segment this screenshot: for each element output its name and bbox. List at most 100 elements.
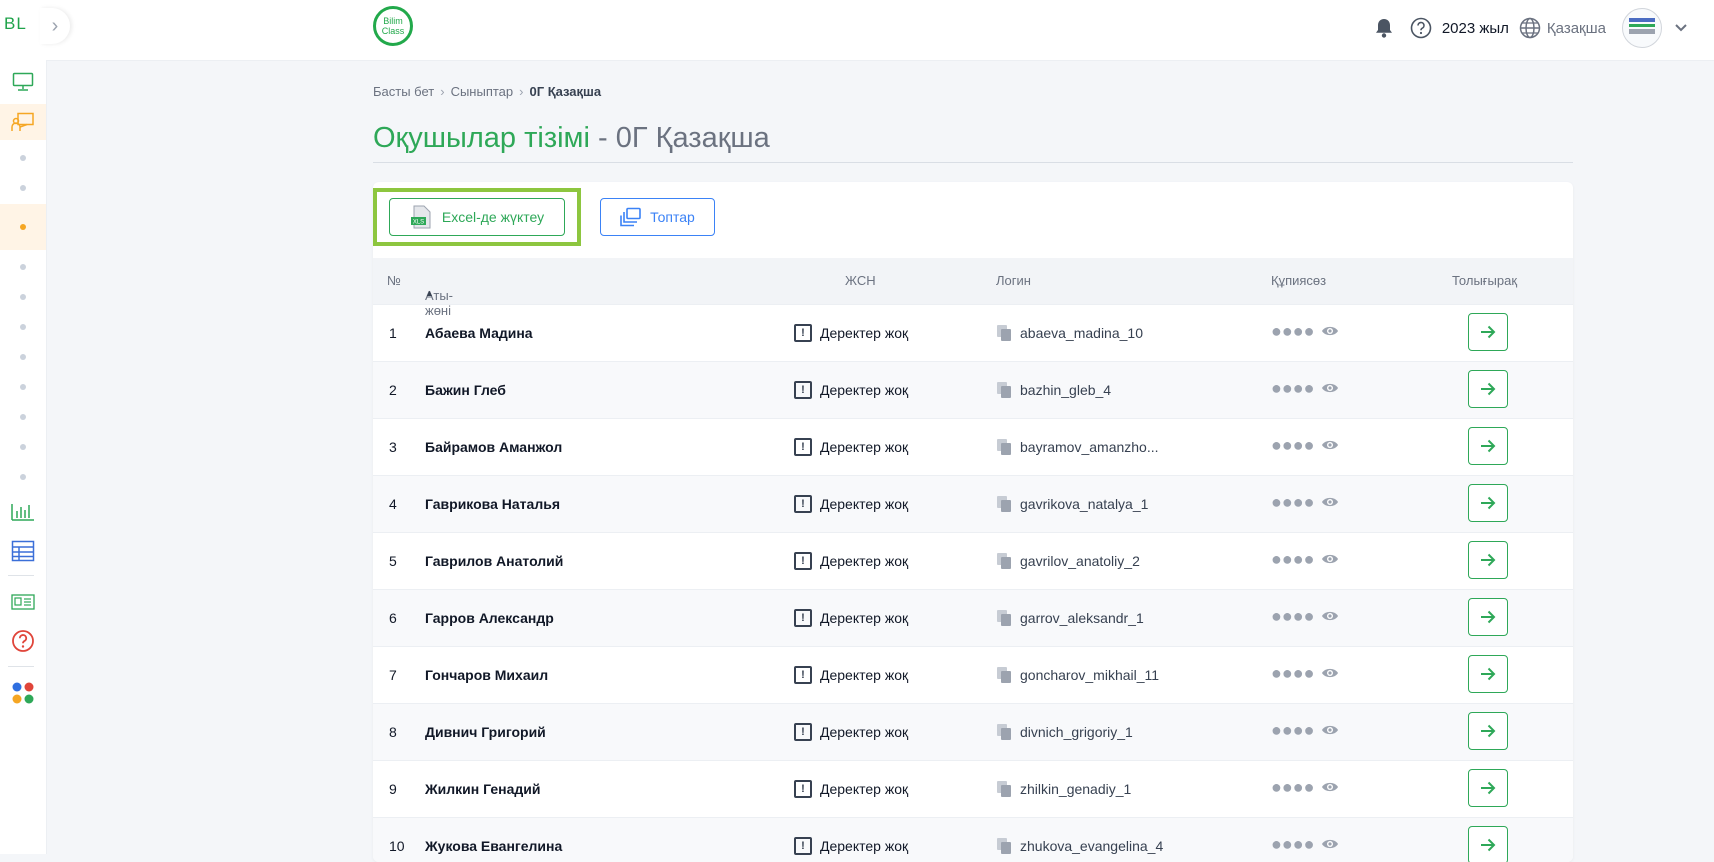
student-name: Гарров Александр bbox=[425, 610, 554, 626]
eye-icon[interactable] bbox=[1321, 439, 1339, 451]
eye-icon[interactable] bbox=[1321, 667, 1339, 679]
student-name: Жукова Евангелина bbox=[425, 838, 563, 854]
groups-button[interactable]: Топтар bbox=[600, 198, 715, 236]
table-icon bbox=[11, 540, 35, 562]
copy-icon[interactable] bbox=[996, 324, 1012, 342]
details-button[interactable] bbox=[1468, 712, 1508, 750]
copy-icon[interactable] bbox=[996, 837, 1012, 855]
login-cell: gavrikova_natalya_1 bbox=[996, 495, 1148, 513]
table-row: 3 Байрамов Аманжол! Деректер жоқ bayramov_a… bbox=[373, 418, 1573, 475]
sidebar-item-classes[interactable] bbox=[0, 104, 46, 140]
brand-text-line2: Class bbox=[381, 26, 405, 36]
copy-icon[interactable] bbox=[996, 495, 1012, 513]
login-value: gavrilov_anatoliy_2 bbox=[1020, 553, 1140, 569]
details-button[interactable] bbox=[1468, 427, 1508, 465]
breadcrumb-home-link[interactable]: Басты бет bbox=[373, 84, 434, 99]
copy-icon[interactable] bbox=[996, 723, 1012, 741]
details-button[interactable] bbox=[1468, 370, 1508, 408]
eye-icon[interactable] bbox=[1321, 496, 1339, 508]
eye-icon[interactable] bbox=[1321, 553, 1339, 565]
warning-icon: ! bbox=[794, 552, 812, 570]
copy-icon[interactable] bbox=[996, 381, 1012, 399]
eye-icon[interactable] bbox=[1321, 724, 1339, 736]
sidebar-subitem[interactable] bbox=[0, 441, 46, 453]
details-button[interactable] bbox=[1468, 484, 1508, 522]
table-row: 4 Гаврикова Наталья! Деректер жоқ gavrikova… bbox=[373, 475, 1573, 532]
breadcrumb-classes-link[interactable]: Сыныптар bbox=[451, 84, 514, 99]
sidebar-subitem[interactable] bbox=[0, 261, 46, 273]
login-value: gavrikova_natalya_1 bbox=[1020, 496, 1149, 512]
details-button[interactable] bbox=[1468, 313, 1508, 351]
sidebar-subitem[interactable] bbox=[0, 381, 46, 393]
details-button[interactable] bbox=[1468, 541, 1508, 579]
sidebar-item-journal[interactable] bbox=[0, 538, 46, 564]
password-mask: ●●●● bbox=[1271, 720, 1315, 740]
brand-text-line1: Bilim bbox=[383, 16, 403, 26]
header-login: Логин bbox=[996, 273, 1031, 288]
page-title: Оқушылар тізімі - 0Г Қазақша bbox=[373, 122, 770, 155]
notification-bell-icon[interactable] bbox=[1374, 17, 1394, 39]
globe-icon[interactable] bbox=[1519, 17, 1541, 39]
apps-grid-icon bbox=[12, 682, 34, 704]
sidebar-item-desktop[interactable] bbox=[0, 68, 46, 96]
copy-icon[interactable] bbox=[996, 780, 1012, 798]
sidebar-item-statistics[interactable] bbox=[0, 498, 46, 524]
help-icon[interactable] bbox=[1410, 17, 1432, 39]
password-mask: ●●●● bbox=[1271, 606, 1315, 626]
excel-download-button[interactable]: XLS Excel-де жүктеу bbox=[389, 198, 565, 236]
copy-icon[interactable] bbox=[996, 438, 1012, 456]
jsn-value: Деректер жоқ bbox=[820, 781, 909, 797]
eye-icon[interactable] bbox=[1321, 781, 1339, 793]
table-row: 8 Дивнич Григорий! Деректер жоқ divnich_gri… bbox=[373, 703, 1573, 760]
details-button[interactable] bbox=[1468, 826, 1508, 862]
sidebar-subitem[interactable] bbox=[0, 351, 46, 363]
details-button[interactable] bbox=[1468, 655, 1508, 693]
eye-icon[interactable] bbox=[1321, 610, 1339, 622]
sidebar-subitem[interactable] bbox=[0, 182, 46, 194]
warning-icon: ! bbox=[794, 837, 812, 855]
sidebar-item-help[interactable] bbox=[0, 628, 46, 654]
details-button[interactable] bbox=[1468, 769, 1508, 807]
eye-icon[interactable] bbox=[1321, 382, 1339, 394]
sidebar-divider bbox=[8, 575, 34, 576]
xls-file-icon: XLS bbox=[410, 205, 431, 229]
sidebar-subitem[interactable] bbox=[0, 411, 46, 423]
sidebar-subitem[interactable] bbox=[0, 471, 46, 483]
chevron-right-icon: › bbox=[440, 84, 445, 99]
language-selector[interactable]: Қазақша bbox=[1547, 20, 1606, 37]
eye-icon[interactable] bbox=[1321, 325, 1339, 337]
dot-icon bbox=[20, 155, 26, 161]
sidebar-subitem-active[interactable] bbox=[0, 204, 46, 250]
warning-icon: ! bbox=[794, 780, 812, 798]
login-value: zhukova_evangelina_4 bbox=[1020, 838, 1164, 854]
sidebar-item-apps[interactable] bbox=[0, 680, 46, 706]
sidebar-item-news[interactable] bbox=[0, 590, 46, 614]
year-selector[interactable]: 2023 жыл bbox=[1442, 20, 1509, 37]
sidebar-subitem[interactable] bbox=[0, 321, 46, 333]
student-name: Гаврилов Анатолий bbox=[425, 553, 564, 569]
sidebar-subitem[interactable] bbox=[0, 291, 46, 303]
jsn-value: Деректер жоқ bbox=[820, 838, 909, 854]
password-mask: ●●●● bbox=[1271, 492, 1315, 512]
arrow-right-icon bbox=[1481, 781, 1496, 795]
eye-icon[interactable] bbox=[1321, 838, 1339, 850]
sidebar-subitem[interactable] bbox=[0, 152, 46, 164]
sidebar-logo: BL bbox=[4, 14, 27, 33]
header-password: Құпиясөз bbox=[1271, 273, 1327, 288]
chevron-down-icon[interactable] bbox=[1674, 23, 1688, 33]
warning-icon: ! bbox=[794, 495, 812, 513]
row-number: 10 bbox=[389, 838, 405, 854]
brand-logo[interactable]: Bilim Class bbox=[373, 6, 413, 46]
details-button[interactable] bbox=[1468, 598, 1508, 636]
jsn-cell: ! Деректер жоқ bbox=[794, 552, 908, 570]
avatar[interactable] bbox=[1622, 8, 1662, 48]
copy-icon[interactable] bbox=[996, 666, 1012, 684]
copy-icon[interactable] bbox=[996, 609, 1012, 627]
login-cell: gavrilov_anatoliy_2 bbox=[996, 552, 1140, 570]
jsn-value: Деректер жоқ bbox=[820, 553, 909, 569]
row-number: 4 bbox=[389, 496, 397, 512]
table-row: 5 Гаврилов Анатолий! Деректер жоқ gavrilov_… bbox=[373, 532, 1573, 589]
login-cell: goncharov_mikhail_11 bbox=[996, 666, 1159, 684]
login-cell: bayramov_amanzho... bbox=[996, 438, 1159, 456]
copy-icon[interactable] bbox=[996, 552, 1012, 570]
